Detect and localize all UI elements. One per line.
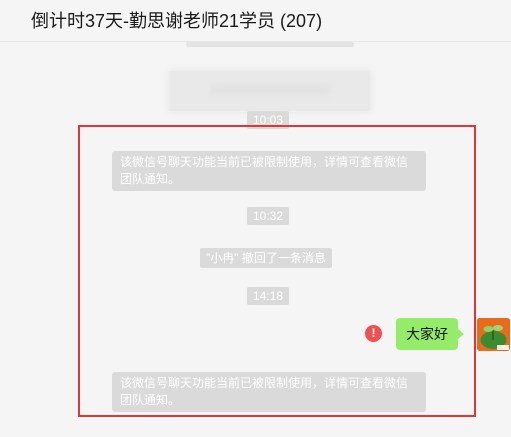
chat-message-area[interactable]: 10:03 该微信号聊天功能当前已被限制使用，详情可查看微信团队通知。 10:3… [0, 42, 511, 437]
chat-header: 倒计时37天-勤思谢老师21学员 (207) [0, 0, 511, 42]
sent-message-bubble[interactable]: 大家好 [396, 318, 464, 350]
recall-notice: "小冉" 撤回了一条消息 [200, 248, 332, 268]
send-failed-icon[interactable]: ! [365, 325, 382, 342]
timestamp: 14:18 [247, 287, 290, 305]
redacted-message-fragment [186, 42, 354, 47]
timestamp: 10:32 [247, 207, 290, 225]
system-notice: 该微信号聊天功能当前已被限制使用，详情可查看微信团队通知。 [112, 372, 426, 412]
system-notice: 该微信号聊天功能当前已被限制使用，详情可查看微信团队通知。 [112, 151, 426, 191]
redacted-message [170, 71, 370, 111]
avatar[interactable] [477, 318, 510, 351]
timestamp: 10:03 [247, 111, 290, 129]
sprout-avatar-icon [477, 318, 510, 351]
chat-title: 倒计时37天-勤思谢老师21学员 (207) [31, 11, 323, 31]
